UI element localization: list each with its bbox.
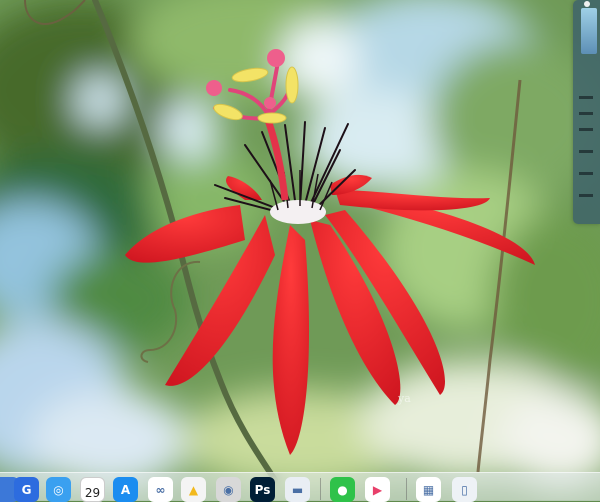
dock: G ◎ 29 A ∞ ▲ ◉ Ps ▬ ● ▶ ▦ ▯ xyxy=(0,472,600,502)
panel-indicator-dot xyxy=(584,1,590,7)
video-app-glyph: ▶ xyxy=(372,482,383,497)
wechat-icon[interactable]: ● xyxy=(330,477,355,502)
panel-line xyxy=(579,96,593,99)
safari-glyph: ◎ xyxy=(53,482,64,497)
photoshop-glyph: Ps xyxy=(254,482,271,497)
wechat-glyph: ● xyxy=(337,482,348,497)
panel-line xyxy=(579,194,593,197)
panel-thumbnail[interactable] xyxy=(581,8,597,54)
storage-drive-icon[interactable]: ▬ xyxy=(285,477,310,502)
panel-line xyxy=(579,150,593,153)
baidu-netdisk-icon[interactable]: ∞ xyxy=(148,477,173,502)
panel-line xyxy=(579,128,593,131)
dock-separator xyxy=(406,478,407,500)
preview-glyph: ▦ xyxy=(422,482,435,497)
tencent-meeting-glyph: G xyxy=(21,482,32,497)
calendar-icon[interactable]: 29 xyxy=(80,477,105,502)
disk-utility-icon[interactable]: ◉ xyxy=(216,477,241,502)
panel-line xyxy=(579,112,593,115)
baidu-netdisk-glyph: ∞ xyxy=(155,482,166,497)
dock-separator xyxy=(320,478,321,500)
calendar-day: 29 xyxy=(84,486,101,500)
preview-icon[interactable]: ▦ xyxy=(416,477,441,502)
app-store-glyph: A xyxy=(120,482,131,497)
desktop-wallpaper: ya xyxy=(0,0,600,500)
wallpaper-watermark: ya xyxy=(398,392,411,405)
safari-icon[interactable]: ◎ xyxy=(46,477,71,502)
side-widget-panel[interactable] xyxy=(573,0,600,224)
flower-photo xyxy=(0,0,600,500)
storage-drive-glyph: ▬ xyxy=(291,482,304,497)
tencent-meeting-icon[interactable]: G xyxy=(14,477,39,502)
trash-glyph: ▯ xyxy=(461,482,468,497)
app-store-icon[interactable]: A xyxy=(113,477,138,502)
photoshop-icon[interactable]: Ps xyxy=(250,477,275,502)
panel-line xyxy=(579,172,593,175)
google-drive-glyph: ▲ xyxy=(188,482,199,497)
trash-icon[interactable]: ▯ xyxy=(452,477,477,502)
disk-utility-glyph: ◉ xyxy=(223,482,234,497)
video-app-icon[interactable]: ▶ xyxy=(365,477,390,502)
google-drive-icon[interactable]: ▲ xyxy=(181,477,206,502)
